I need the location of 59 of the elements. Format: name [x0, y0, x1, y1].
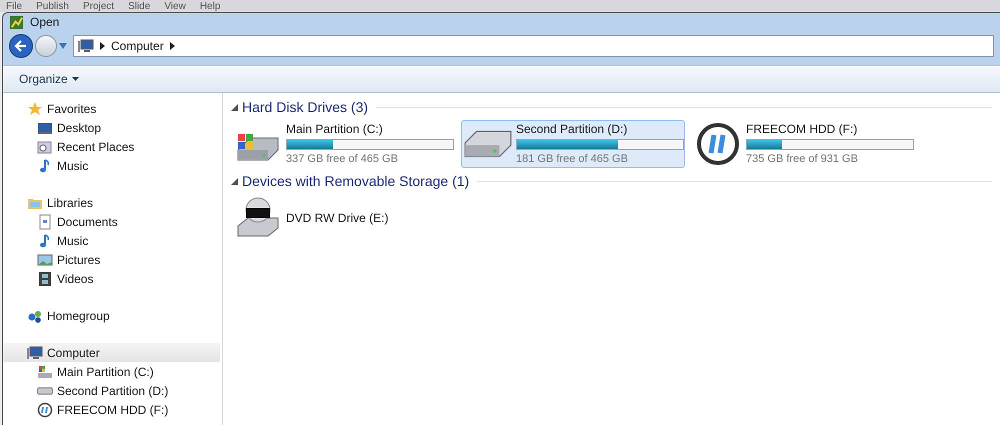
- caret-icon: [59, 43, 67, 49]
- caret-icon: [72, 77, 79, 81]
- drive-tile[interactable]: Main Partition (C:) 337 GB free of 465 GB: [231, 120, 455, 168]
- nav-item[interactable]: Music: [3, 231, 220, 250]
- computer-icon: [27, 344, 43, 360]
- address-bar[interactable]: Computer: [73, 35, 994, 57]
- history-dropdown[interactable]: [59, 41, 69, 51]
- menu-item[interactable]: Project: [82, 0, 114, 12]
- nav-item[interactable]: Videos: [3, 269, 220, 288]
- breadcrumb[interactable]: Computer: [111, 37, 164, 55]
- free-space-text: 735 GB free of 931 GB: [746, 152, 859, 168]
- group-header[interactable]: Hard Disk Drives (3): [242, 96, 368, 118]
- drive-tile[interactable]: FREECOM HDD (F:) 735 GB free of 931 GB: [691, 120, 915, 168]
- nav-item[interactable]: Desktop: [3, 118, 220, 137]
- window-title: Open: [30, 14, 60, 31]
- nav-item[interactable]: Recent Places: [3, 137, 220, 156]
- drive-icon: [464, 130, 512, 158]
- nav-item[interactable]: Homegroup: [3, 306, 220, 325]
- drive-name: Second Partition (D:): [516, 121, 628, 138]
- nav-item[interactable]: Music: [3, 156, 220, 175]
- drive-icon: [37, 364, 53, 380]
- drive-name: FREECOM HDD (F:): [746, 121, 858, 138]
- collapse-icon[interactable]: [231, 104, 238, 110]
- menu-item[interactable]: Help: [200, 0, 220, 12]
- computer-icon: [78, 38, 94, 54]
- menu-item[interactable]: File: [6, 0, 22, 12]
- drive-tile[interactable]: DVD RW Drive (E:): [231, 194, 455, 242]
- free-space-text: 181 GB free of 465 GB: [516, 152, 629, 168]
- group-header[interactable]: Devices with Removable Storage (1): [242, 170, 470, 192]
- drive-tile[interactable]: Second Partition (D:) 181 GB free of 465 GB: [461, 120, 685, 168]
- back-button[interactable]: [9, 34, 33, 58]
- organize-button[interactable]: Organize: [19, 70, 79, 88]
- back-arrow-icon: [14, 39, 28, 53]
- nav-item[interactable]: FREECOM HDD (F:): [3, 400, 220, 419]
- nav-item[interactable]: Favorites: [3, 99, 220, 118]
- picture-icon: [37, 252, 53, 268]
- film-icon: [37, 270, 53, 286]
- nav-item[interactable]: Pictures: [3, 250, 220, 269]
- menu-item[interactable]: Slide: [128, 0, 150, 12]
- chevron-icon: [170, 42, 175, 50]
- nav-item[interactable]: Documents: [3, 212, 220, 231]
- menu-item[interactable]: View: [164, 0, 186, 12]
- menu-item[interactable]: Publish: [36, 0, 69, 12]
- free-space-text: 337 GB free of 465 GB: [286, 152, 399, 168]
- nav-item[interactable]: Computer: [3, 343, 220, 362]
- document-icon: [37, 214, 53, 230]
- drive-name: Main Partition (C:): [286, 121, 384, 138]
- drive-name: DVD RW Drive (E:): [286, 210, 390, 227]
- chevron-icon: [100, 42, 105, 50]
- drive-icon: [37, 386, 53, 394]
- nav-item[interactable]: Main Partition (C:): [3, 362, 220, 381]
- collapse-icon[interactable]: [231, 178, 238, 184]
- app-icon: [9, 14, 24, 30]
- nav-item[interactable]: Second Partition (D:): [3, 381, 220, 400]
- folder-clock-icon: [37, 138, 53, 154]
- star-icon: [27, 100, 43, 116]
- pause-circle-icon: [37, 402, 53, 418]
- nav-item[interactable]: Libraries: [3, 193, 220, 212]
- pause-circle-icon: [694, 120, 742, 168]
